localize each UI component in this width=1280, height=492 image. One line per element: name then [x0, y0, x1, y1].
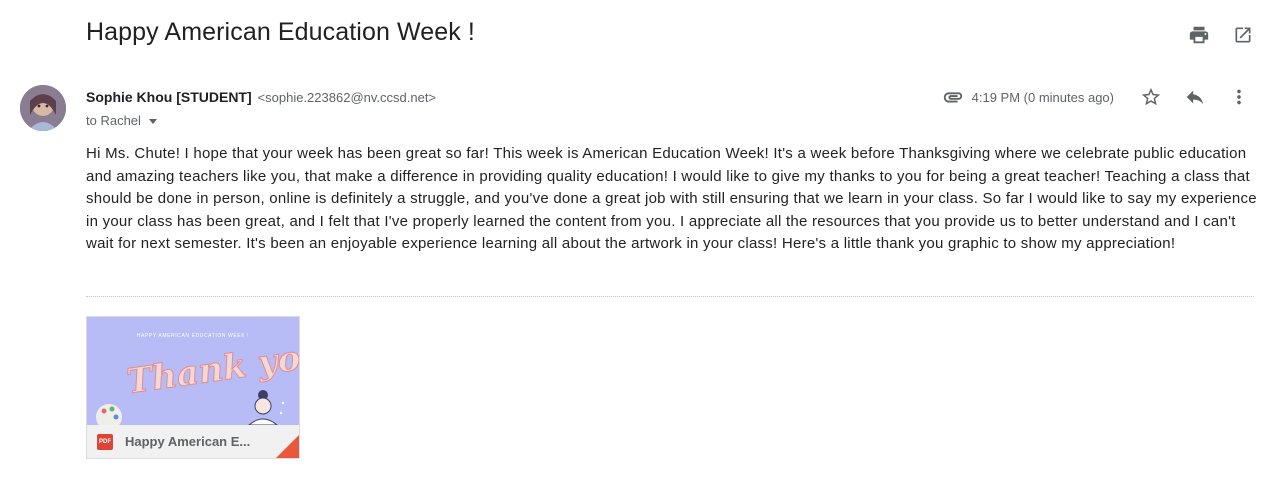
email-subject: Happy American Education Week ! [86, 18, 475, 46]
print-icon[interactable] [1188, 24, 1210, 46]
attachment-name: Happy American E... [125, 434, 251, 449]
chevron-down-icon[interactable] [148, 118, 157, 124]
thumbnail-thank-text: Thank you! [124, 333, 299, 402]
attachment-icon [942, 86, 964, 108]
attachment-card[interactable]: HAPPY AMERICAN EDUCATION WEEK ! Thank yo… [86, 316, 300, 459]
more-vertical-icon[interactable] [1228, 86, 1250, 108]
header-actions [1188, 24, 1254, 46]
sender-avatar[interactable] [20, 85, 66, 131]
message-body: Hi Ms. Chute! I hope that your week has … [86, 145, 1257, 252]
recipients-label: to Rachel [86, 113, 141, 128]
sender-line: Sophie Khou [STUDENT] <sophie.223862@nv.… [86, 89, 436, 105]
pdf-icon: PDF [97, 433, 113, 450]
attachments-divider [86, 296, 1254, 297]
recipients-toggle[interactable]: to Rachel [86, 113, 157, 128]
reply-icon[interactable] [1184, 86, 1206, 108]
attachment-thumbnail: HAPPY AMERICAN EDUCATION WEEK ! Thank yo… [87, 317, 299, 425]
page-fold-corner [276, 435, 299, 458]
message-time: 4:19 PM (0 minutes ago) [971, 89, 1114, 105]
open-in-new-window-icon[interactable] [1232, 24, 1254, 46]
email-view: Happy American Education Week ! Sophie K… [0, 0, 1280, 492]
sender-name[interactable]: Sophie Khou [STUDENT] [86, 89, 252, 105]
message-meta: 4:19 PM (0 minutes ago) [942, 86, 1250, 108]
attachment-footer: PDF Happy American E... [87, 425, 299, 458]
sender-email: <sophie.223862@nv.ccsd.net> [257, 90, 437, 105]
star-icon[interactable] [1140, 86, 1162, 108]
